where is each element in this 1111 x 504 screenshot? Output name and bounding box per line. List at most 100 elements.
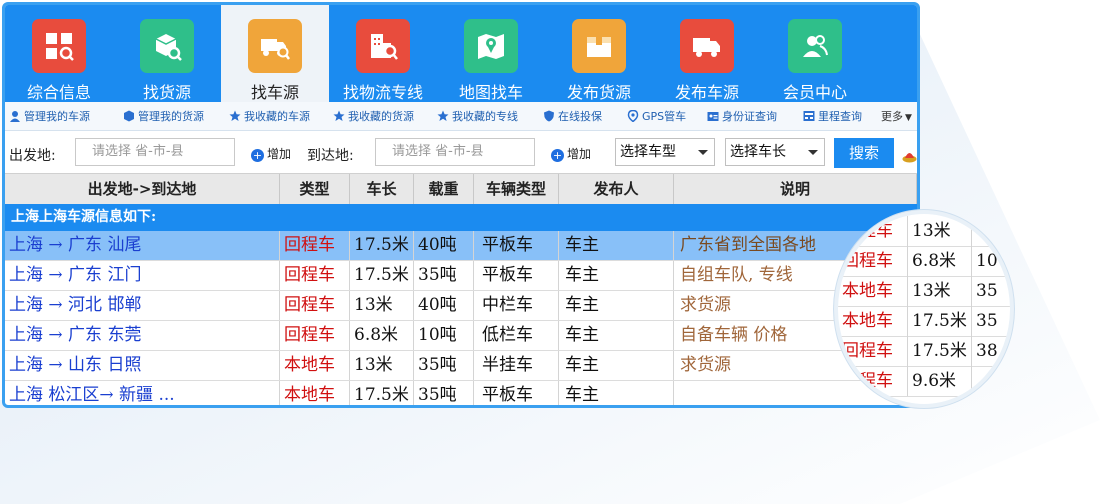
members-icon <box>788 19 842 73</box>
table-row[interactable]: 上海 → 广东 江门 回程车 17.5米 35吨 平板车 车主 自组车队, 专线 <box>5 261 917 291</box>
magnified-type-cell: 回程车 <box>838 366 908 396</box>
link-manage-my-vehicles[interactable]: 管理我的车源 <box>9 108 90 124</box>
table-row[interactable]: 上海 松江区→ 新疆 ... 本地车 17.5米 35吨 平板车 车主 <box>5 381 917 405</box>
magnified-length-cell: 13米 <box>908 216 972 246</box>
user-icon <box>10 111 20 122</box>
column-header-length[interactable]: 车长 <box>350 174 414 204</box>
sub-link-label: 管理我的车源 <box>24 110 90 123</box>
route-cell[interactable]: 上海 → 广东 东莞 <box>5 321 280 350</box>
type-cell: 本地车 <box>280 351 350 380</box>
link-favorite-cargo[interactable]: 我收藏的货源 <box>333 108 414 124</box>
column-header-route[interactable]: 出发地->到达地 <box>5 174 280 204</box>
nav-item-find-vehicle[interactable]: 找车源 <box>221 5 329 102</box>
nav-item-member-center[interactable]: 会员中心 <box>761 5 869 102</box>
length-cell: 17.5米 <box>350 381 414 405</box>
vehicle-type-cell: 半挂车 <box>474 351 559 380</box>
magnified-type-cell: 本地车 <box>838 306 908 336</box>
link-favorite-vehicles[interactable]: 我收藏的车源 <box>229 108 310 124</box>
vehicle-length-value: 选择车长 <box>730 144 786 160</box>
table-row[interactable]: 上海 → 广东 东莞 回程车 6.8米 10吨 低栏车 车主 自备车辆 价格 <box>5 321 917 351</box>
link-id-card-check[interactable]: 身份证查询 <box>707 108 777 124</box>
route-cell[interactable]: 上海 → 河北 邯郸 <box>5 291 280 320</box>
nav-item-find-cargo[interactable]: 找货源 <box>113 5 221 102</box>
column-header-publisher[interactable]: 发布人 <box>559 174 674 204</box>
publisher-cell: 车主 <box>559 261 674 290</box>
route-cell[interactable]: 上海 → 广东 江门 <box>5 261 280 290</box>
search-button[interactable]: 搜索 <box>834 138 894 168</box>
nav-label: 找车源 <box>250 83 299 102</box>
vehicle-type-value: 选择车型 <box>620 144 676 160</box>
plus-icon: + <box>251 149 264 162</box>
table-caption: 上海上海车源信息如下: <box>5 204 917 231</box>
horn-icon[interactable] <box>902 149 917 163</box>
sub-link-label: GPS管车 <box>642 110 687 123</box>
nav-item-comprehensive-info[interactable]: 综合信息 <box>5 5 113 102</box>
load-cell: 35吨 <box>414 261 474 290</box>
route-cell[interactable]: 上海 松江区→ 新疆 ... <box>5 381 280 405</box>
more-dropdown[interactable]: 更多 ▼ <box>881 108 912 124</box>
app-window: 综合信息 找货源 找车源 找物流专线 地图找车 发布货源 发布车源 会员中心 管… <box>2 2 920 408</box>
link-favorite-lines[interactable]: 我收藏的专线 <box>437 108 518 124</box>
from-location-input[interactable]: 请选择 省-市-县 <box>75 138 235 166</box>
sub-link-label: 我收藏的专线 <box>452 110 518 123</box>
length-cell: 13米 <box>350 351 414 380</box>
box-icon <box>572 19 626 73</box>
magnified-type-cell: 回程车 <box>838 336 908 366</box>
magnified-length-cell: 9.6米 <box>908 366 972 396</box>
link-mileage-check[interactable]: 里程查询 <box>803 108 862 124</box>
magnified-type-cell: 回程车 <box>838 246 908 276</box>
length-cell: 13米 <box>350 291 414 320</box>
magnified-row: 回程车 6.8米 10 <box>838 246 1010 277</box>
column-header-type[interactable]: 类型 <box>280 174 350 204</box>
magnified-load-cell: 38 <box>972 336 1010 366</box>
add-from-button[interactable]: + 增加 <box>251 145 291 162</box>
nav-item-map-find-vehicle[interactable]: 地图找车 <box>437 5 545 102</box>
nav-item-publish-vehicle[interactable]: 发布车源 <box>653 5 761 102</box>
column-header-description[interactable]: 说明 <box>674 174 917 204</box>
type-cell: 回程车 <box>280 321 350 350</box>
sub-link-label: 身份证查询 <box>722 110 777 123</box>
nav-label: 找物流专线 <box>342 83 423 102</box>
column-header-vehicle-type[interactable]: 车辆类型 <box>474 174 559 204</box>
magnified-length-cell: 17.5米 <box>908 306 972 336</box>
vehicle-type-cell: 中栏车 <box>474 291 559 320</box>
plus-icon: + <box>551 149 564 162</box>
route-cell[interactable]: 上海 → 广东 汕尾 <box>5 231 280 260</box>
magnified-load-cell <box>972 216 1010 246</box>
nav-label: 发布车源 <box>674 83 739 102</box>
vehicle-type-select[interactable]: 选择车型 <box>615 138 715 166</box>
table-row[interactable]: 上海 → 河北 邯郸 回程车 13米 40吨 中栏车 车主 求货源 <box>5 291 917 321</box>
link-online-insurance[interactable]: 在线投保 <box>543 108 602 124</box>
add-to-button[interactable]: + 增加 <box>551 145 591 162</box>
magnified-load-cell <box>972 366 1010 396</box>
nav-item-find-logistics-line[interactable]: 找物流专线 <box>329 5 437 102</box>
more-label: 更多 <box>881 110 903 123</box>
to-label: 到达地: <box>307 148 354 164</box>
vehicle-type-cell: 平板车 <box>474 381 559 405</box>
link-gps-vehicle-management[interactable]: GPS管车 <box>627 108 686 124</box>
location-pin-icon <box>627 110 639 122</box>
column-header-load[interactable]: 载重 <box>414 174 474 204</box>
truck-search-icon <box>248 19 302 73</box>
sub-link-label: 我收藏的货源 <box>348 110 414 123</box>
star-icon <box>333 110 345 121</box>
star-icon <box>437 110 449 121</box>
route-cell[interactable]: 上海 → 山东 日照 <box>5 351 280 380</box>
link-manage-my-cargo[interactable]: 管理我的货源 <box>123 108 204 124</box>
sub-link-label: 里程查询 <box>818 110 862 123</box>
table-row[interactable]: 上海 → 广东 汕尾 回程车 17.5米 40吨 平板车 车主 广东省到全国各地 <box>5 231 917 261</box>
vehicle-length-select[interactable]: 选择车长 <box>725 138 825 166</box>
building-search-icon <box>356 19 410 73</box>
nav-label: 会员中心 <box>782 83 847 102</box>
to-location-input[interactable]: 请选择 省-市-县 <box>375 138 535 166</box>
nav-item-publish-cargo[interactable]: 发布货源 <box>545 5 653 102</box>
main-navigation: 综合信息 找货源 找车源 找物流专线 地图找车 发布货源 发布车源 会员中心 <box>5 5 917 102</box>
magnified-load-cell: 35 <box>972 276 1010 306</box>
table-row[interactable]: 上海 → 山东 日照 本地车 13米 35吨 半挂车 车主 求货源 <box>5 351 917 381</box>
vehicle-type-cell: 平板车 <box>474 261 559 290</box>
type-cell: 本地车 <box>280 381 350 405</box>
length-cell: 17.5米 <box>350 231 414 260</box>
odometer-icon <box>803 111 815 121</box>
info-icon <box>32 19 86 73</box>
chevron-down-icon: ▼ <box>905 113 912 123</box>
